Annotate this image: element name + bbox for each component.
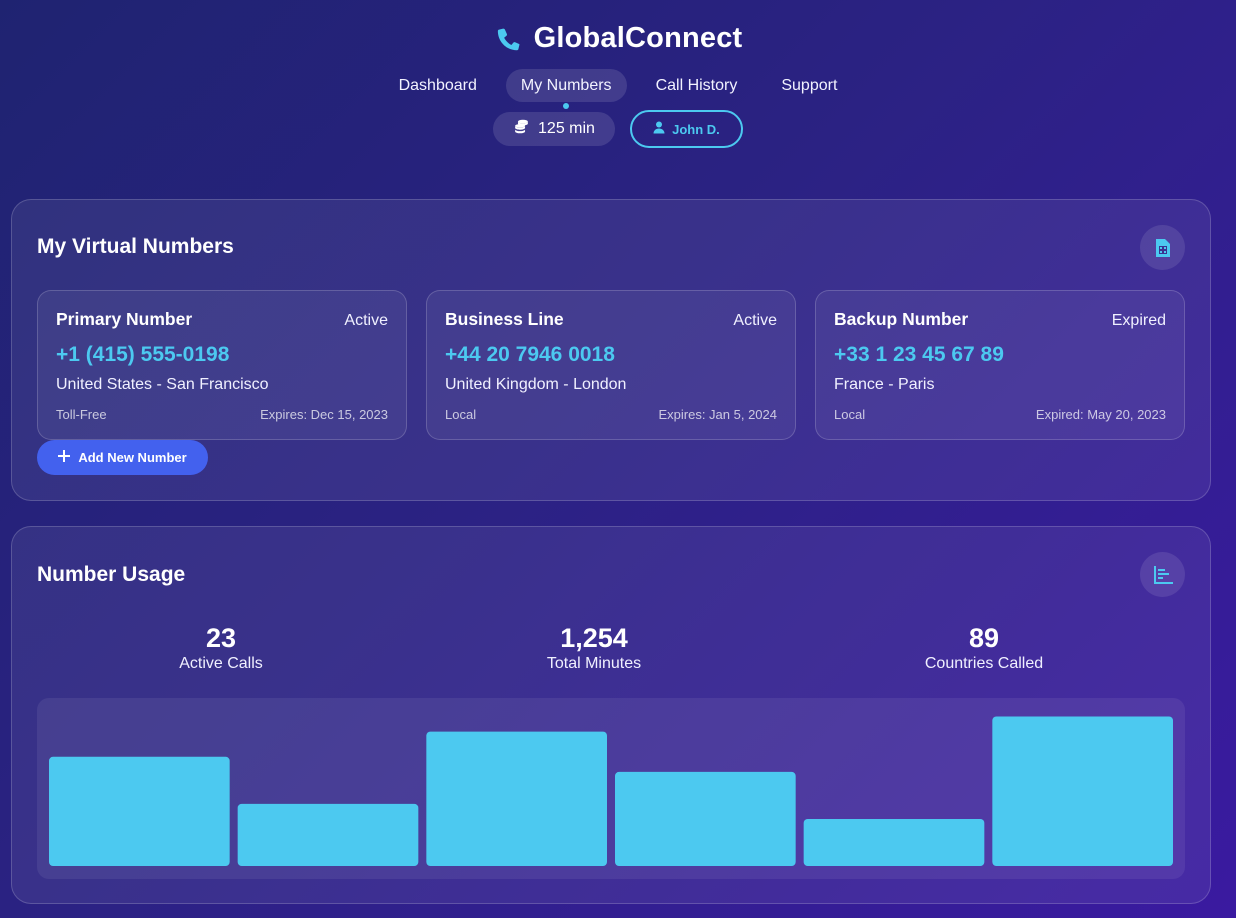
number-card[interactable]: Business Line Active +44 20 7946 0018 Un… bbox=[426, 290, 796, 440]
stat-label: Countries Called bbox=[924, 655, 1044, 672]
nav-item-call-history[interactable]: Call History bbox=[641, 69, 753, 102]
number-location: United States - San Francisco bbox=[56, 376, 269, 393]
usage-bar bbox=[803, 818, 985, 866]
sim-card-icon[interactable] bbox=[1140, 225, 1185, 270]
app-title: GlobalConnect bbox=[533, 22, 743, 54]
number-name: Primary Number bbox=[56, 309, 193, 329]
number-location: United Kingdom - London bbox=[445, 376, 627, 393]
stat-value: 23 bbox=[205, 623, 237, 653]
minutes-balance: 125 min bbox=[493, 112, 615, 146]
app-header: GlobalConnect Dashboard My Numbers Call … bbox=[0, 0, 1236, 170]
number-usage-card: Number Usage 23 Active Calls 1,254 Total… bbox=[11, 526, 1211, 904]
plus-icon bbox=[58, 450, 71, 465]
stat-label: Active Calls bbox=[179, 655, 263, 672]
usage-bar bbox=[49, 756, 230, 866]
number-type: Local bbox=[834, 407, 866, 422]
nav-item-support[interactable]: Support bbox=[766, 69, 852, 102]
number-card[interactable]: Backup Number Expired +33 1 23 45 67 89 … bbox=[815, 290, 1185, 440]
virtual-numbers-title: My Virtual Numbers bbox=[37, 235, 234, 258]
phone-icon bbox=[494, 24, 524, 54]
number-expiry: Expired: May 20, 2023 bbox=[1035, 407, 1166, 422]
minutes-label: 125 min bbox=[538, 120, 595, 137]
number-location: France - Paris bbox=[834, 376, 935, 393]
stat-value: 89 bbox=[968, 623, 1000, 653]
number-name: Backup Number bbox=[834, 309, 969, 329]
phone-number: +33 1 23 45 67 89 bbox=[834, 343, 1004, 366]
number-name: Business Line bbox=[445, 309, 564, 329]
numbers-grid: Primary Number Active +1 (415) 555-0198 … bbox=[37, 290, 1185, 440]
usage-chart bbox=[37, 698, 1185, 879]
stat-countries-called: 89 Countries Called bbox=[834, 623, 1134, 673]
account-pills: 125 min John D. bbox=[0, 110, 1236, 148]
number-status: Active bbox=[733, 312, 777, 329]
user-menu-button[interactable]: John D. bbox=[629, 110, 743, 148]
usage-bar bbox=[426, 731, 607, 866]
coins-icon bbox=[513, 118, 530, 140]
usage-bar bbox=[237, 803, 419, 866]
number-expiry: Expires: Jan 5, 2024 bbox=[658, 407, 777, 422]
phone-number: +44 20 7946 0018 bbox=[445, 343, 615, 366]
usage-bar bbox=[992, 716, 1173, 866]
nav-item-dashboard[interactable]: Dashboard bbox=[384, 69, 492, 102]
bar-chart-icon[interactable] bbox=[1140, 552, 1185, 597]
number-card[interactable]: Primary Number Active +1 (415) 555-0198 … bbox=[37, 290, 407, 440]
main-nav: Dashboard My Numbers Call History Suppor… bbox=[0, 69, 1236, 102]
number-type: Local bbox=[445, 407, 477, 422]
phone-number: +1 (415) 555-0198 bbox=[56, 343, 230, 366]
stat-active-calls: 23 Active Calls bbox=[71, 623, 371, 673]
add-new-number-button[interactable]: Add New Number bbox=[37, 440, 208, 475]
brand: GlobalConnect bbox=[0, 22, 1236, 55]
usage-chart-svg bbox=[49, 716, 1173, 866]
nav-item-my-numbers[interactable]: My Numbers bbox=[505, 69, 627, 102]
user-name: John D. bbox=[672, 121, 720, 137]
number-status: Expired bbox=[1111, 312, 1166, 329]
number-type: Toll-Free bbox=[56, 407, 107, 422]
stat-label: Total Minutes bbox=[546, 655, 642, 672]
virtual-numbers-card: My Virtual Numbers Primary Number Active… bbox=[11, 199, 1211, 501]
usage-bar bbox=[615, 771, 796, 866]
add-new-number-label: Add New Number bbox=[78, 450, 187, 465]
stat-total-minutes: 1,254 Total Minutes bbox=[444, 623, 744, 673]
number-usage-title: Number Usage bbox=[37, 563, 186, 586]
number-expiry: Expires: Dec 15, 2023 bbox=[260, 407, 388, 422]
number-status: Active bbox=[344, 312, 388, 329]
user-icon bbox=[653, 121, 665, 137]
stat-value: 1,254 bbox=[560, 623, 628, 653]
